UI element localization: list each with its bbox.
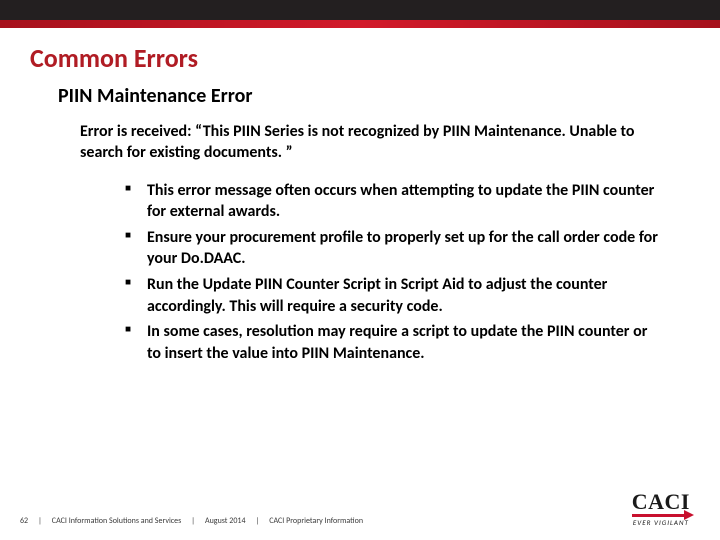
footer-separator: | [38, 516, 42, 526]
top-bar-dark [0, 0, 720, 20]
footer-date: August 2014 [205, 516, 246, 526]
footer-classification: CACI Proprietary Information [269, 516, 363, 526]
top-bar-red [0, 20, 720, 28]
logo-swoosh-icon [632, 514, 690, 517]
page-number: 62 [20, 516, 28, 526]
footer-org: CACI Information Solutions and Services [52, 516, 181, 526]
logo-text: CACI [632, 491, 690, 513]
list-item: Ensure your procurement profile to prope… [125, 227, 660, 270]
slide-title: Common Errors [30, 42, 720, 74]
bullet-list: This error message often occurs when att… [125, 180, 660, 365]
slide-subtitle: PIIN Maintenance Error [58, 84, 720, 108]
list-item: In some cases, resolution may require a … [125, 321, 660, 364]
logo-tagline: EVER VIGILANT [633, 519, 689, 526]
footer: 62 | CACI Information Solutions and Serv… [0, 491, 720, 526]
error-received-text: Error is received: “This PIIN Series is … [80, 122, 650, 164]
footer-separator: | [191, 516, 195, 526]
footer-left: 62 | CACI Information Solutions and Serv… [20, 516, 363, 526]
footer-separator: | [256, 516, 260, 526]
caci-logo: CACI EVER VIGILANT [632, 491, 690, 526]
list-item: Run the Update PIIN Counter Script in Sc… [125, 274, 660, 317]
list-item: This error message often occurs when att… [125, 180, 660, 223]
